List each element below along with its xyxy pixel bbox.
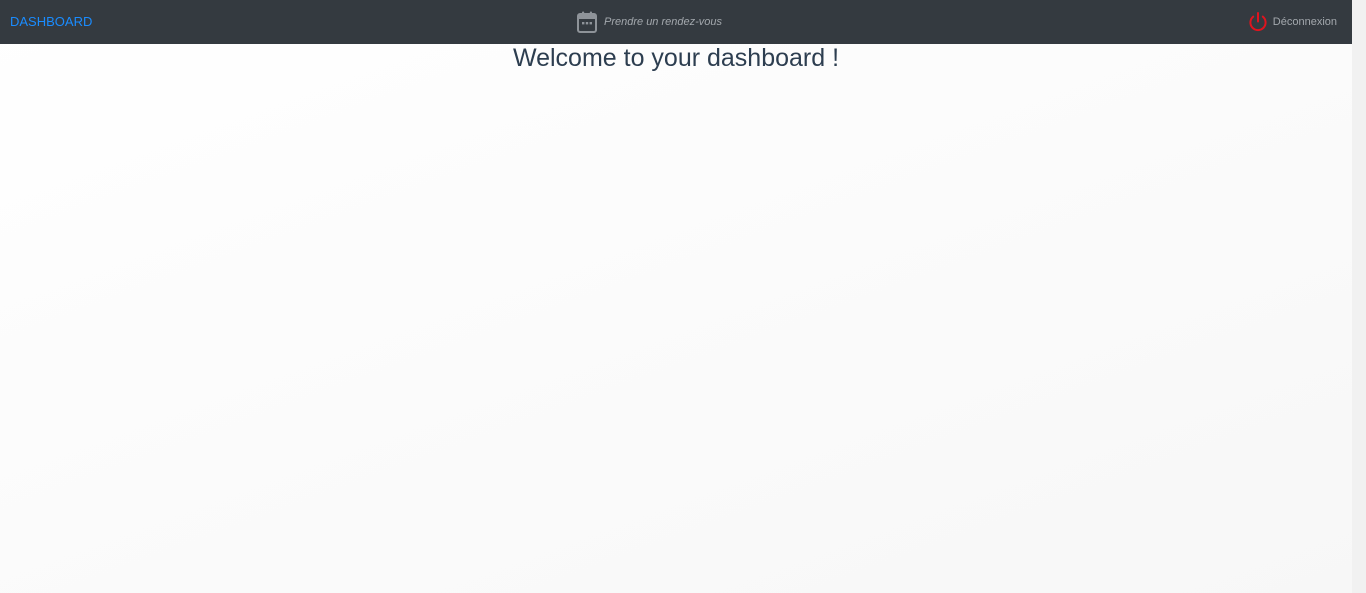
logout-button[interactable]: Déconnexion — [1248, 11, 1337, 33]
calendar-icon — [577, 11, 597, 33]
appointment-link[interactable]: Prendre un rendez-vous — [577, 11, 722, 33]
top-navbar: DASHBOARD Prendre un rendez-vous Déconne… — [0, 0, 1352, 44]
page-title: Welcome to your dashboard ! — [512, 44, 840, 72]
power-icon — [1248, 11, 1268, 33]
logout-label: Déconnexion — [1272, 16, 1337, 28]
page: DASHBOARD Prendre un rendez-vous Déconne… — [0, 0, 1352, 593]
vertical-scrollbar[interactable] — [1352, 0, 1366, 593]
dashboard-brand-link[interactable]: DASHBOARD — [10, 14, 92, 30]
appointment-label: Prendre un rendez-vous — [604, 16, 723, 28]
